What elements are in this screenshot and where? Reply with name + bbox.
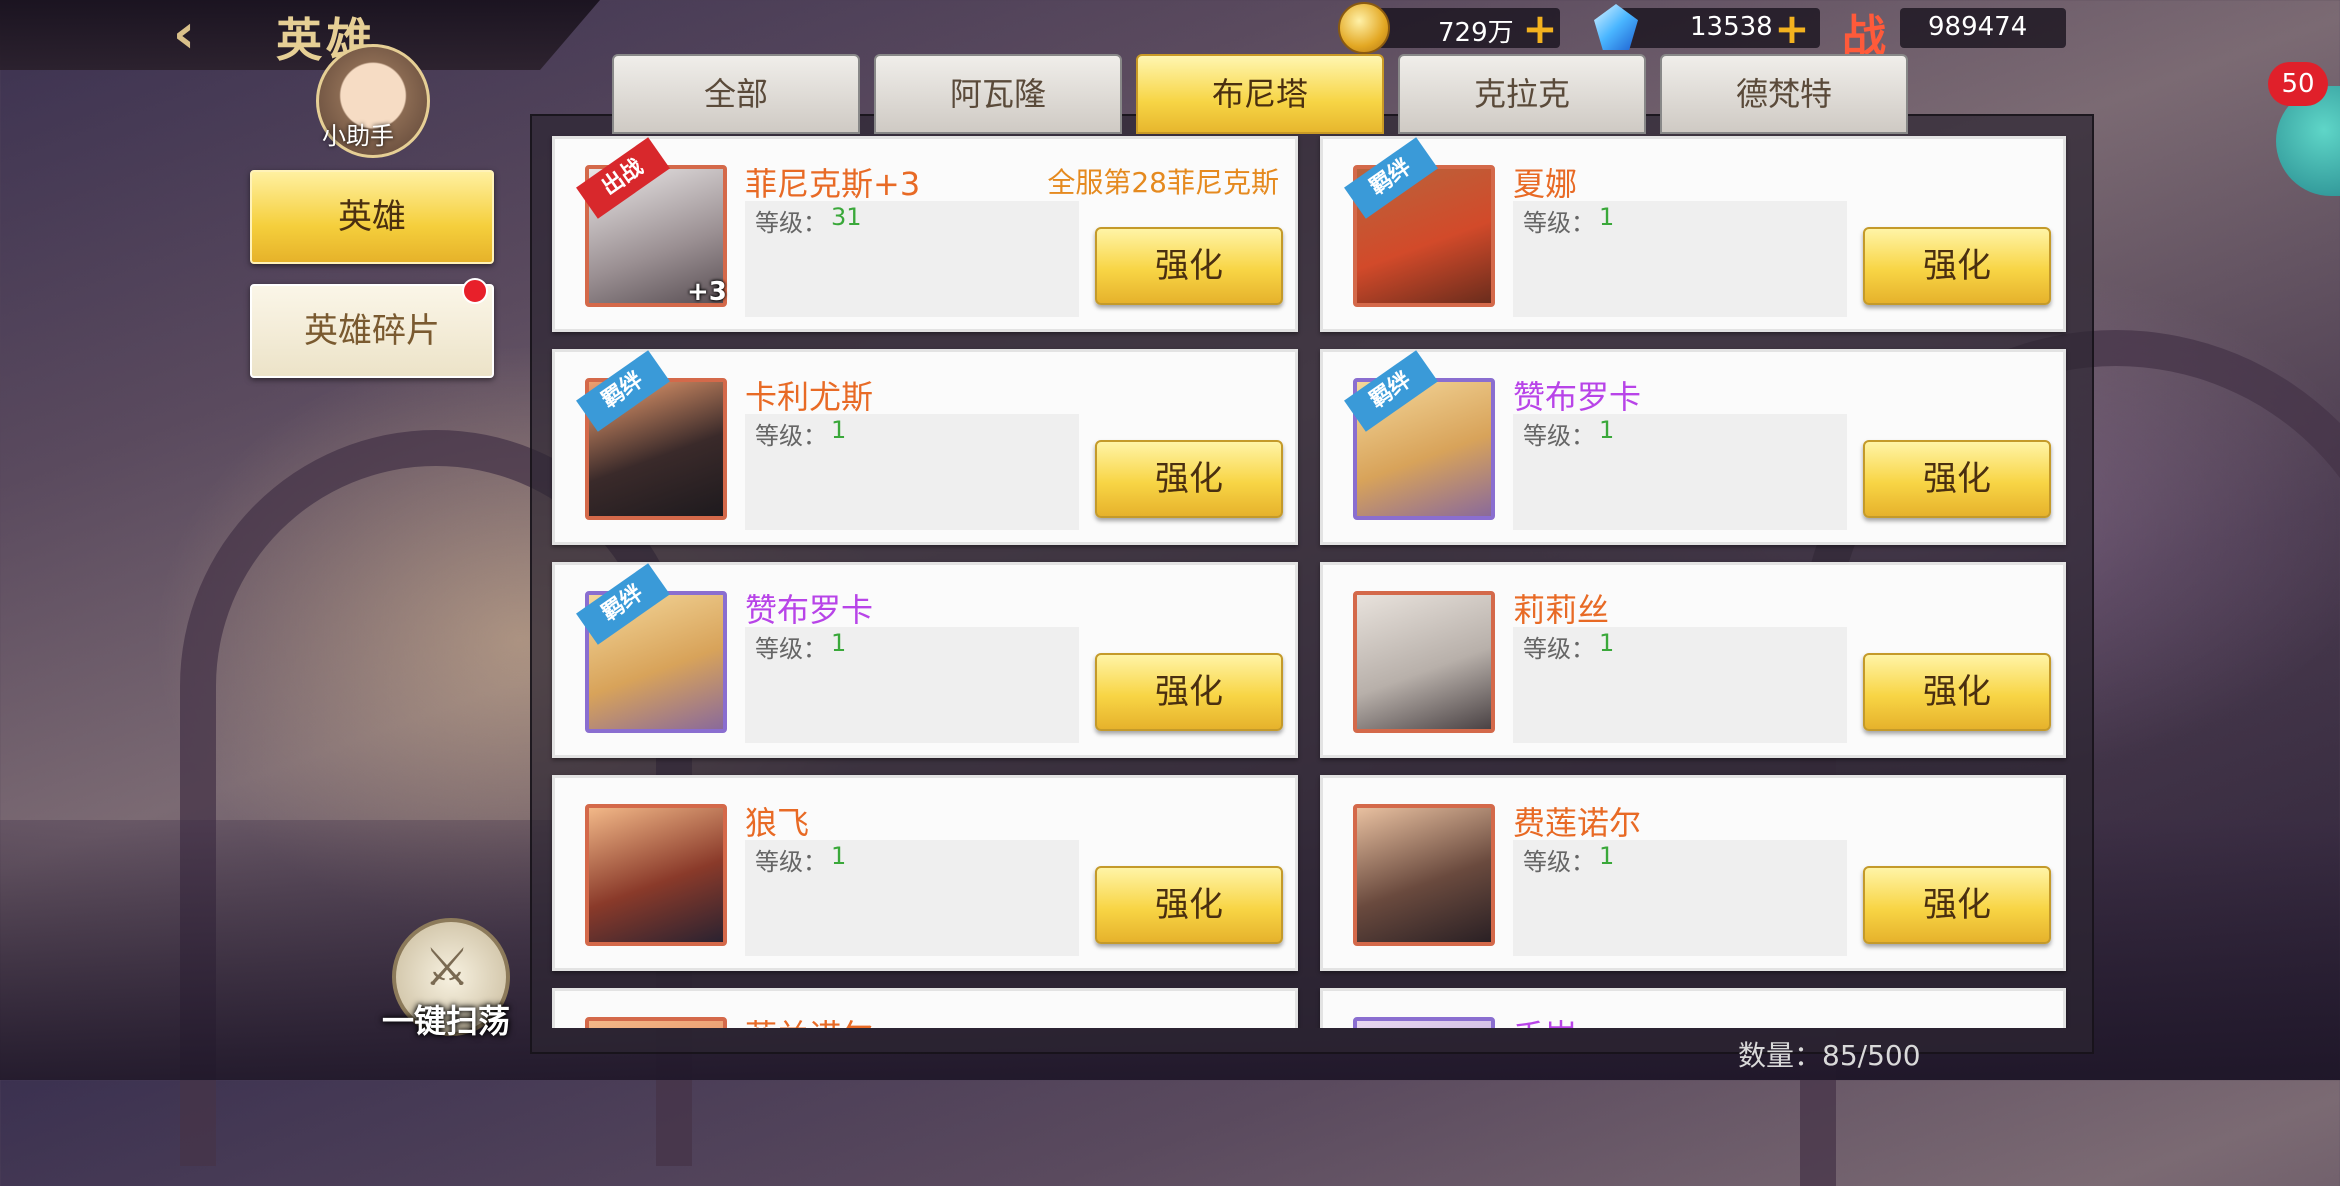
- level-value: 1: [1599, 416, 1615, 444]
- level-value: 1: [831, 842, 847, 870]
- hero-name: 夏娜: [1513, 165, 1578, 203]
- enhance-button[interactable]: 强化: [1863, 653, 2051, 731]
- level-label: 等级：: [755, 848, 827, 876]
- hero-card[interactable]: 千岩: [1320, 988, 2066, 1028]
- hero-card[interactable]: 羁绊 赞布罗卡 等级： 1 强化: [1320, 349, 2066, 545]
- hero-name: 赞布罗卡: [745, 591, 874, 629]
- add-gold-icon[interactable]: +: [1522, 8, 1558, 50]
- enhance-button[interactable]: 强化: [1863, 866, 2051, 944]
- enhance-button[interactable]: 强化: [1095, 866, 1283, 944]
- hero-name: 卡利尤斯: [745, 378, 874, 416]
- hero-name: 莉莉丝: [1513, 591, 1610, 629]
- level-label: 等级：: [1523, 209, 1595, 237]
- hero-portrait[interactable]: [1353, 591, 1495, 733]
- tab-clark[interactable]: 克拉克: [1398, 54, 1646, 134]
- enhance-button[interactable]: 强化: [1095, 227, 1283, 305]
- hero-name: 菲兰诺尔: [745, 1011, 873, 1028]
- hero-portrait[interactable]: [585, 1017, 727, 1028]
- level-label: 等级：: [1523, 848, 1595, 876]
- level-label: 等级：: [1523, 422, 1595, 450]
- level-value: 1: [1599, 629, 1615, 657]
- hero-name: 赞布罗卡: [1513, 378, 1642, 416]
- notification-badge[interactable]: 50: [2268, 62, 2328, 106]
- gem-value: 13538: [1690, 12, 1773, 42]
- enhance-button[interactable]: 强化: [1095, 440, 1283, 518]
- server-rank: 全服第28菲尼克斯: [1047, 166, 1279, 199]
- level-label: 等级：: [755, 209, 827, 237]
- hero-card[interactable]: 羁绊 赞布罗卡 等级： 1 强化: [552, 562, 1298, 758]
- hero-card[interactable]: 费莲诺尔 等级： 1 强化: [1320, 775, 2066, 971]
- level-label: 等级：: [755, 635, 827, 663]
- hero-portrait[interactable]: [1353, 804, 1495, 946]
- tab-avalon[interactable]: 阿瓦隆: [874, 54, 1122, 134]
- level-label: 等级：: [755, 422, 827, 450]
- tab-brittany[interactable]: 布尼塔: [1136, 54, 1384, 134]
- level-value: 31: [831, 203, 862, 231]
- gold-coin-icon: [1338, 2, 1390, 54]
- hero-card[interactable]: 菲兰诺尔: [552, 988, 1298, 1028]
- add-gem-icon[interactable]: +: [1774, 8, 1810, 50]
- list-clip: 菲兰诺尔 千岩: [552, 988, 2098, 1028]
- enhance-button[interactable]: 强化: [1863, 440, 2051, 518]
- hero-name: 菲尼克斯+3: [745, 165, 921, 203]
- hero-name: 千岩: [1513, 1011, 1577, 1028]
- level-value: 1: [1599, 842, 1615, 870]
- level-value: 1: [1599, 203, 1615, 231]
- hero-portrait[interactable]: [585, 804, 727, 946]
- back-button[interactable]: ‹: [148, 6, 220, 62]
- level-value: 1: [831, 416, 847, 444]
- assistant-label: 小助手: [322, 122, 394, 150]
- hero-card[interactable]: 出战 +3 菲尼克斯+3 全服第28菲尼克斯 等级： 31 强化: [552, 136, 1298, 332]
- enhance-button[interactable]: 强化: [1863, 227, 2051, 305]
- hero-name: 费莲诺尔: [1513, 804, 1642, 842]
- sweep-icon: ⚔: [423, 938, 471, 998]
- level-label: 等级：: [1523, 635, 1595, 663]
- nav-heroes-button[interactable]: 英雄: [250, 170, 494, 264]
- sweep-label[interactable]: 一键扫荡: [382, 996, 510, 1042]
- hero-card[interactable]: 羁绊 夏娜 等级： 1 强化: [1320, 136, 2066, 332]
- hero-card[interactable]: 莉莉丝 等级： 1 强化: [1320, 562, 2066, 758]
- battle-power-value: 989474: [1928, 12, 2028, 42]
- tab-all[interactable]: 全部: [612, 54, 860, 134]
- gold-value: 729万: [1438, 18, 1514, 48]
- fragments-alert-dot: [462, 278, 488, 304]
- nav-fragments-button[interactable]: 英雄碎片: [250, 284, 494, 378]
- hero-card[interactable]: 羁绊 卡利尤斯 等级： 1 强化: [552, 349, 1298, 545]
- hero-portrait[interactable]: [1353, 1017, 1495, 1028]
- hero-count: 数量：85/500: [1738, 1039, 1921, 1072]
- plus-level-badge: +3: [687, 277, 727, 307]
- tab-defant[interactable]: 德梵特: [1660, 54, 1908, 134]
- enhance-button[interactable]: 强化: [1095, 653, 1283, 731]
- hero-name: 狼飞: [745, 804, 810, 842]
- level-value: 1: [831, 629, 847, 657]
- hero-card[interactable]: 狼飞 等级： 1 强化: [552, 775, 1298, 971]
